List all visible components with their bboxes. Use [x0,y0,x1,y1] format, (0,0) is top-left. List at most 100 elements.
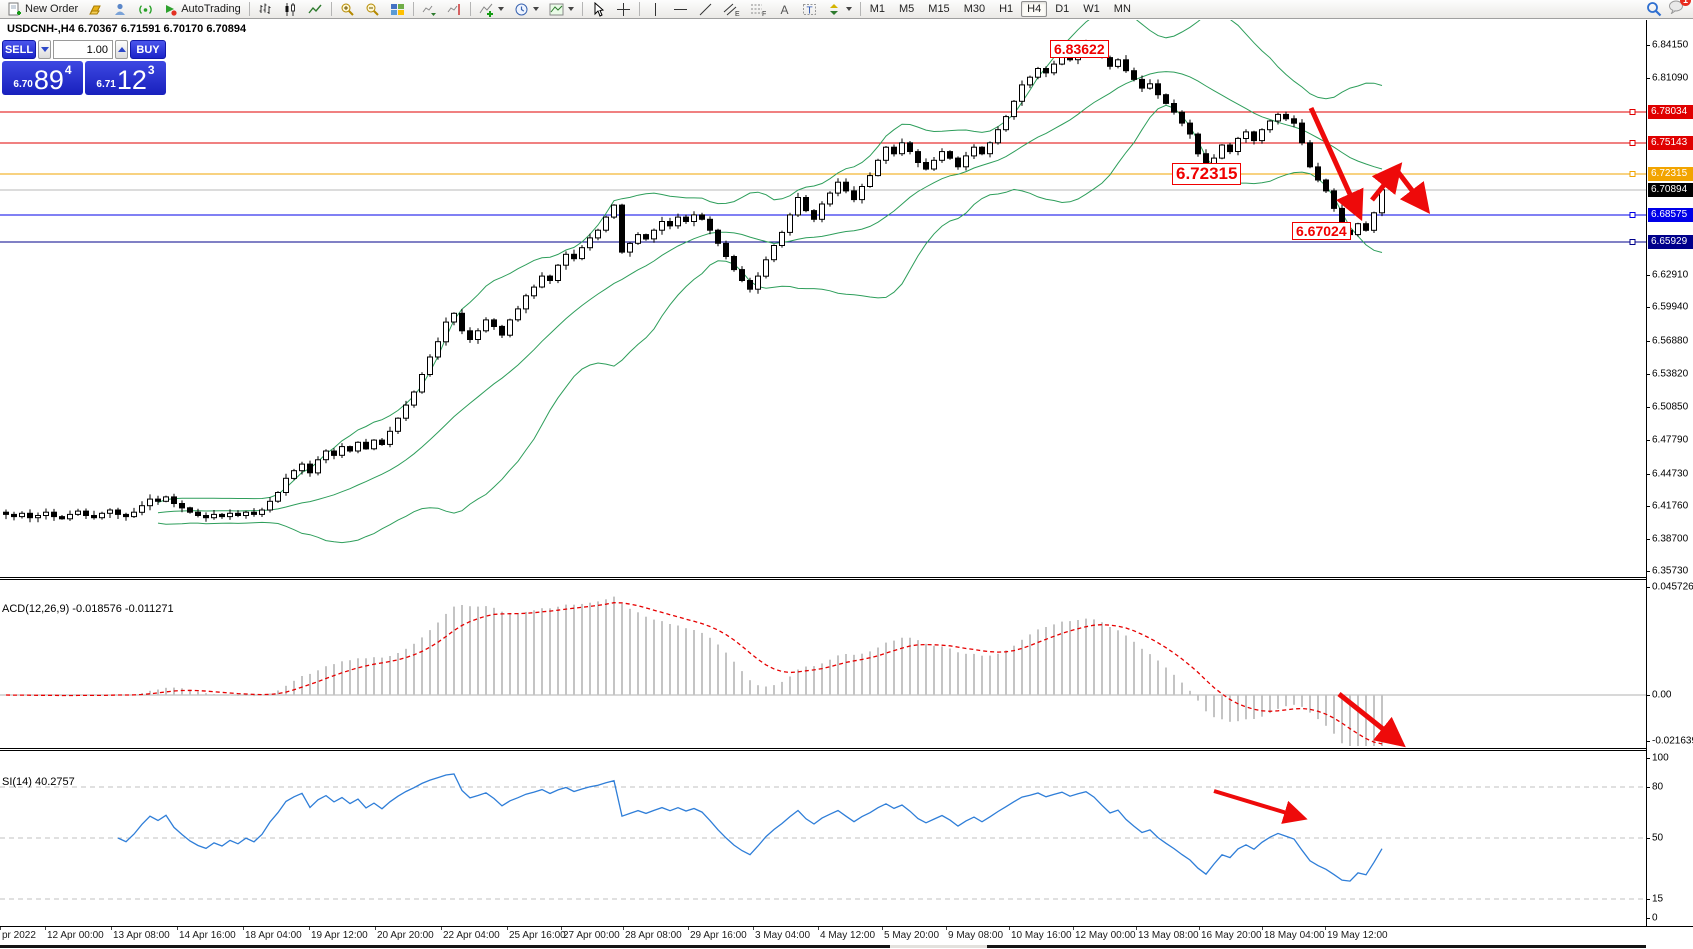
channel-icon: E [723,2,740,17]
chart-window[interactable]: 6.841506.810906.629106.599406.568806.538… [0,20,1693,948]
templates-dropdown-caret[interactable] [568,7,574,11]
macd-histogram [6,597,1382,746]
macd-tick-label: 0.045726 [1652,582,1693,593]
sell-price-pips: 89 [34,67,64,94]
cursor-icon [591,2,606,17]
date-tick-label: 19 Apr 12:00 [311,930,368,941]
candlestick-chart-button[interactable] [278,0,303,19]
volume-input[interactable] [53,40,113,59]
rsi-line [118,774,1382,881]
autotrading-button[interactable]: AutoTrading [158,0,246,19]
text-label-icon: T [802,2,817,17]
price-axis[interactable]: 6.841506.810906.629106.599406.568806.538… [1646,20,1693,926]
price-tick-label: 6.47790 [1652,435,1688,446]
tile-windows-button[interactable] [385,0,410,19]
arrows-button[interactable] [822,0,857,19]
price-tick-label: 6.62910 [1652,270,1688,281]
line-handle-marker [1630,240,1635,245]
date-tick-label: 4 May 12:00 [820,930,875,941]
main-toolbar: New Order AutoTrading [0,0,1693,19]
rsi-tick-label: 100 [1652,753,1669,764]
autotrading-label: AutoTrading [181,3,241,15]
volume-increase-button[interactable] [115,40,128,59]
line-chart-icon [308,2,323,17]
price-chart-pane[interactable] [0,20,1646,577]
periods-button[interactable] [509,0,544,19]
signal-icon [138,2,153,17]
sell-price-display[interactable]: 6.70 89 4 [2,61,83,95]
crosshair-button[interactable] [611,0,636,19]
buy-price-display[interactable]: 6.71 12 3 [85,61,166,95]
axis-tickmark [1647,695,1650,696]
level-price-label: 6.68575 [1648,208,1693,222]
rsi-indicator-pane[interactable] [0,751,1646,926]
price-tick-label: 6.84150 [1652,40,1688,51]
vertical-line-button[interactable] [643,0,668,19]
text-label-button[interactable]: T [797,0,822,19]
line-chart-button[interactable] [303,0,328,19]
deposit-button[interactable] [83,0,108,19]
community-button[interactable] [108,0,133,19]
bar-chart-button[interactable] [253,0,278,19]
trend-arrow [1398,172,1424,206]
axis-tickmark [1647,587,1650,588]
axis-tickmark [1647,341,1650,342]
date-tick-label: 25 Apr 16:00 [509,930,566,941]
zoom-out-button[interactable] [360,0,385,19]
timeframe-d1[interactable]: D1 [1049,1,1075,17]
signals-button[interactable] [133,0,158,19]
crosshair-icon [616,2,631,17]
timeframe-m30[interactable]: M30 [958,1,991,17]
timeframe-group: M1 M5 M15 M30 H1 H4 D1 W1 MN [864,1,1137,17]
axis-tickmark [1647,918,1650,919]
chart-shift-button[interactable] [442,0,467,19]
sell-button[interactable]: SELL [2,40,36,59]
text-button[interactable]: A [772,0,797,19]
horizontal-line-button[interactable] [668,0,693,19]
macd-tick-label: 0.00 [1652,690,1671,701]
equidistant-channel-button[interactable]: E [718,0,745,19]
macd-indicator-pane[interactable] [0,580,1646,748]
zoom-in-button[interactable] [335,0,360,19]
date-tickmark [243,927,244,930]
timeframe-m1[interactable]: M1 [864,1,891,17]
new-order-icon [7,2,22,17]
rsi-trend-arrow [1214,791,1300,817]
notifications-button[interactable]: 1 [1668,0,1685,19]
new-order-button[interactable]: New Order [2,0,83,19]
timeframe-h1[interactable]: H1 [993,1,1019,17]
text-label-icon-letter: T [806,5,812,16]
cursor-button[interactable] [586,0,611,19]
fibonacci-button[interactable]: F [745,0,772,19]
auto-scroll-button[interactable] [417,0,442,19]
trendline-button[interactable] [693,0,718,19]
timeframe-mn[interactable]: MN [1108,1,1137,17]
date-axis[interactable]: pr 202212 Apr 00:0013 Apr 08:0014 Apr 16… [0,926,1693,949]
timeframe-m5[interactable]: M5 [893,1,920,17]
price-tick-label: 6.53820 [1652,369,1688,380]
indicators-dropdown-caret[interactable] [498,7,504,11]
date-tick-label: 9 May 08:00 [948,930,1003,941]
indicators-button[interactable] [474,0,509,19]
autotrading-icon [163,2,178,17]
volume-decrease-button[interactable] [38,40,51,59]
timeframe-w1[interactable]: W1 [1077,1,1106,17]
periods-dropdown-caret[interactable] [533,7,539,11]
timeframe-m15[interactable]: M15 [922,1,955,17]
timeframe-h4[interactable]: H4 [1021,1,1047,17]
date-tick-label: 19 May 12:00 [1327,930,1388,941]
buy-button[interactable]: BUY [130,40,166,59]
date-tickmark [688,927,689,930]
current-price-label: 6.70894 [1648,183,1693,197]
one-click-trading-panel: SELL BUY 6.70 89 4 6.71 12 3 [2,40,166,95]
bar-chart-icon [258,2,273,17]
date-tickmark [45,927,46,930]
candlestick-chart-icon [283,2,298,17]
arrows-dropdown-caret[interactable] [846,7,852,11]
templates-button[interactable] [544,0,579,19]
price-tick-label: 6.35730 [1652,566,1688,577]
date-tick-label: pr 2022 [2,930,36,941]
search-icon[interactable] [1646,1,1662,17]
horizontal-line-icon [673,2,688,17]
notification-badge: 1 [1680,0,1691,6]
